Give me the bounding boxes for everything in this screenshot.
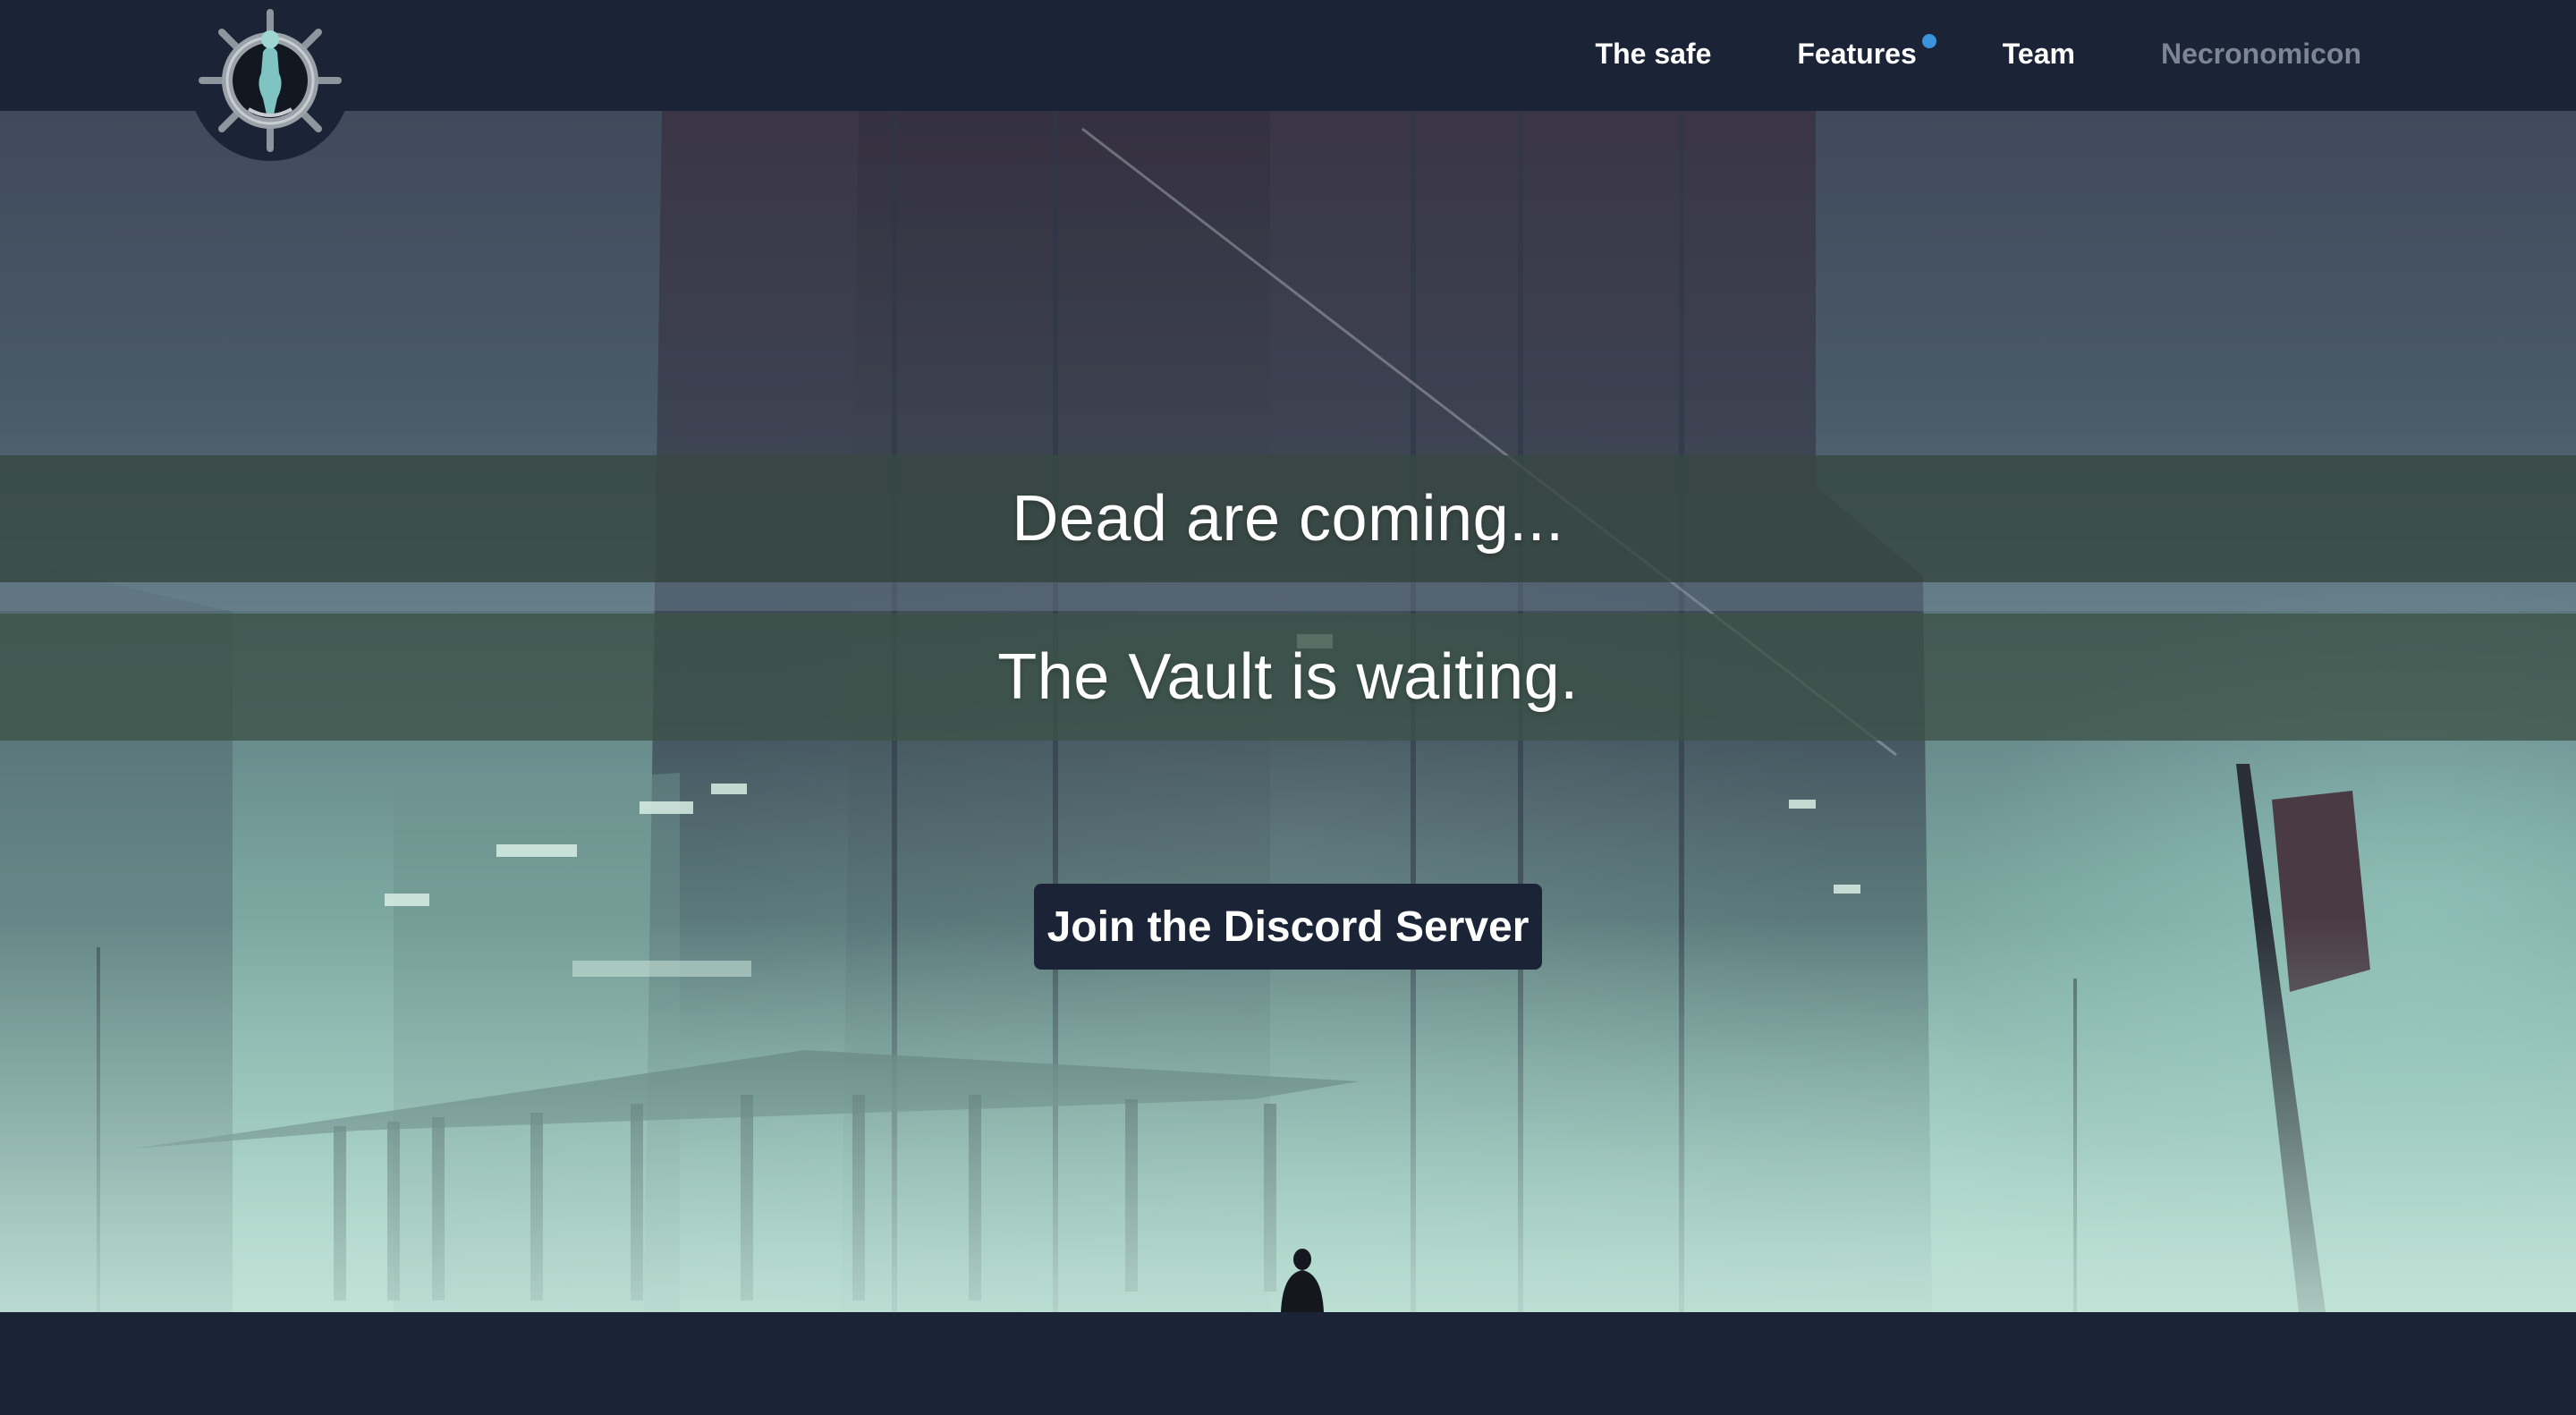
notification-dot	[1921, 34, 1936, 48]
nav-link-the-safe[interactable]: The safe	[1596, 32, 1712, 75]
hero-headline-band: Dead are coming...	[0, 455, 2576, 582]
top-navbar: The safe Features Team Necronomicon	[0, 0, 2576, 161]
nav-link-necronomicon[interactable]: Necronomicon	[2161, 32, 2361, 75]
vault-wheel-logo-icon	[199, 9, 342, 152]
main-nav: The safe Features Team Necronomicon	[1596, 32, 2361, 75]
nav-link-features-label: Features	[1797, 38, 1917, 70]
nav-link-features[interactable]: Features	[1797, 32, 1936, 75]
hero-subheadline-band: The Vault is waiting.	[0, 614, 2576, 741]
footer-strip	[0, 1312, 2576, 1415]
band-divider	[0, 582, 2576, 611]
hero-headline: Dead are coming...	[1012, 483, 1564, 555]
nav-link-team[interactable]: Team	[2003, 32, 2075, 75]
join-discord-button[interactable]: Join the Discord Server	[1034, 884, 1542, 970]
hero-subheadline: The Vault is waiting.	[997, 641, 1579, 713]
site-logo[interactable]	[190, 0, 351, 161]
hero-section: Dead are coming... The Vault is waiting.…	[0, 111, 2576, 1312]
